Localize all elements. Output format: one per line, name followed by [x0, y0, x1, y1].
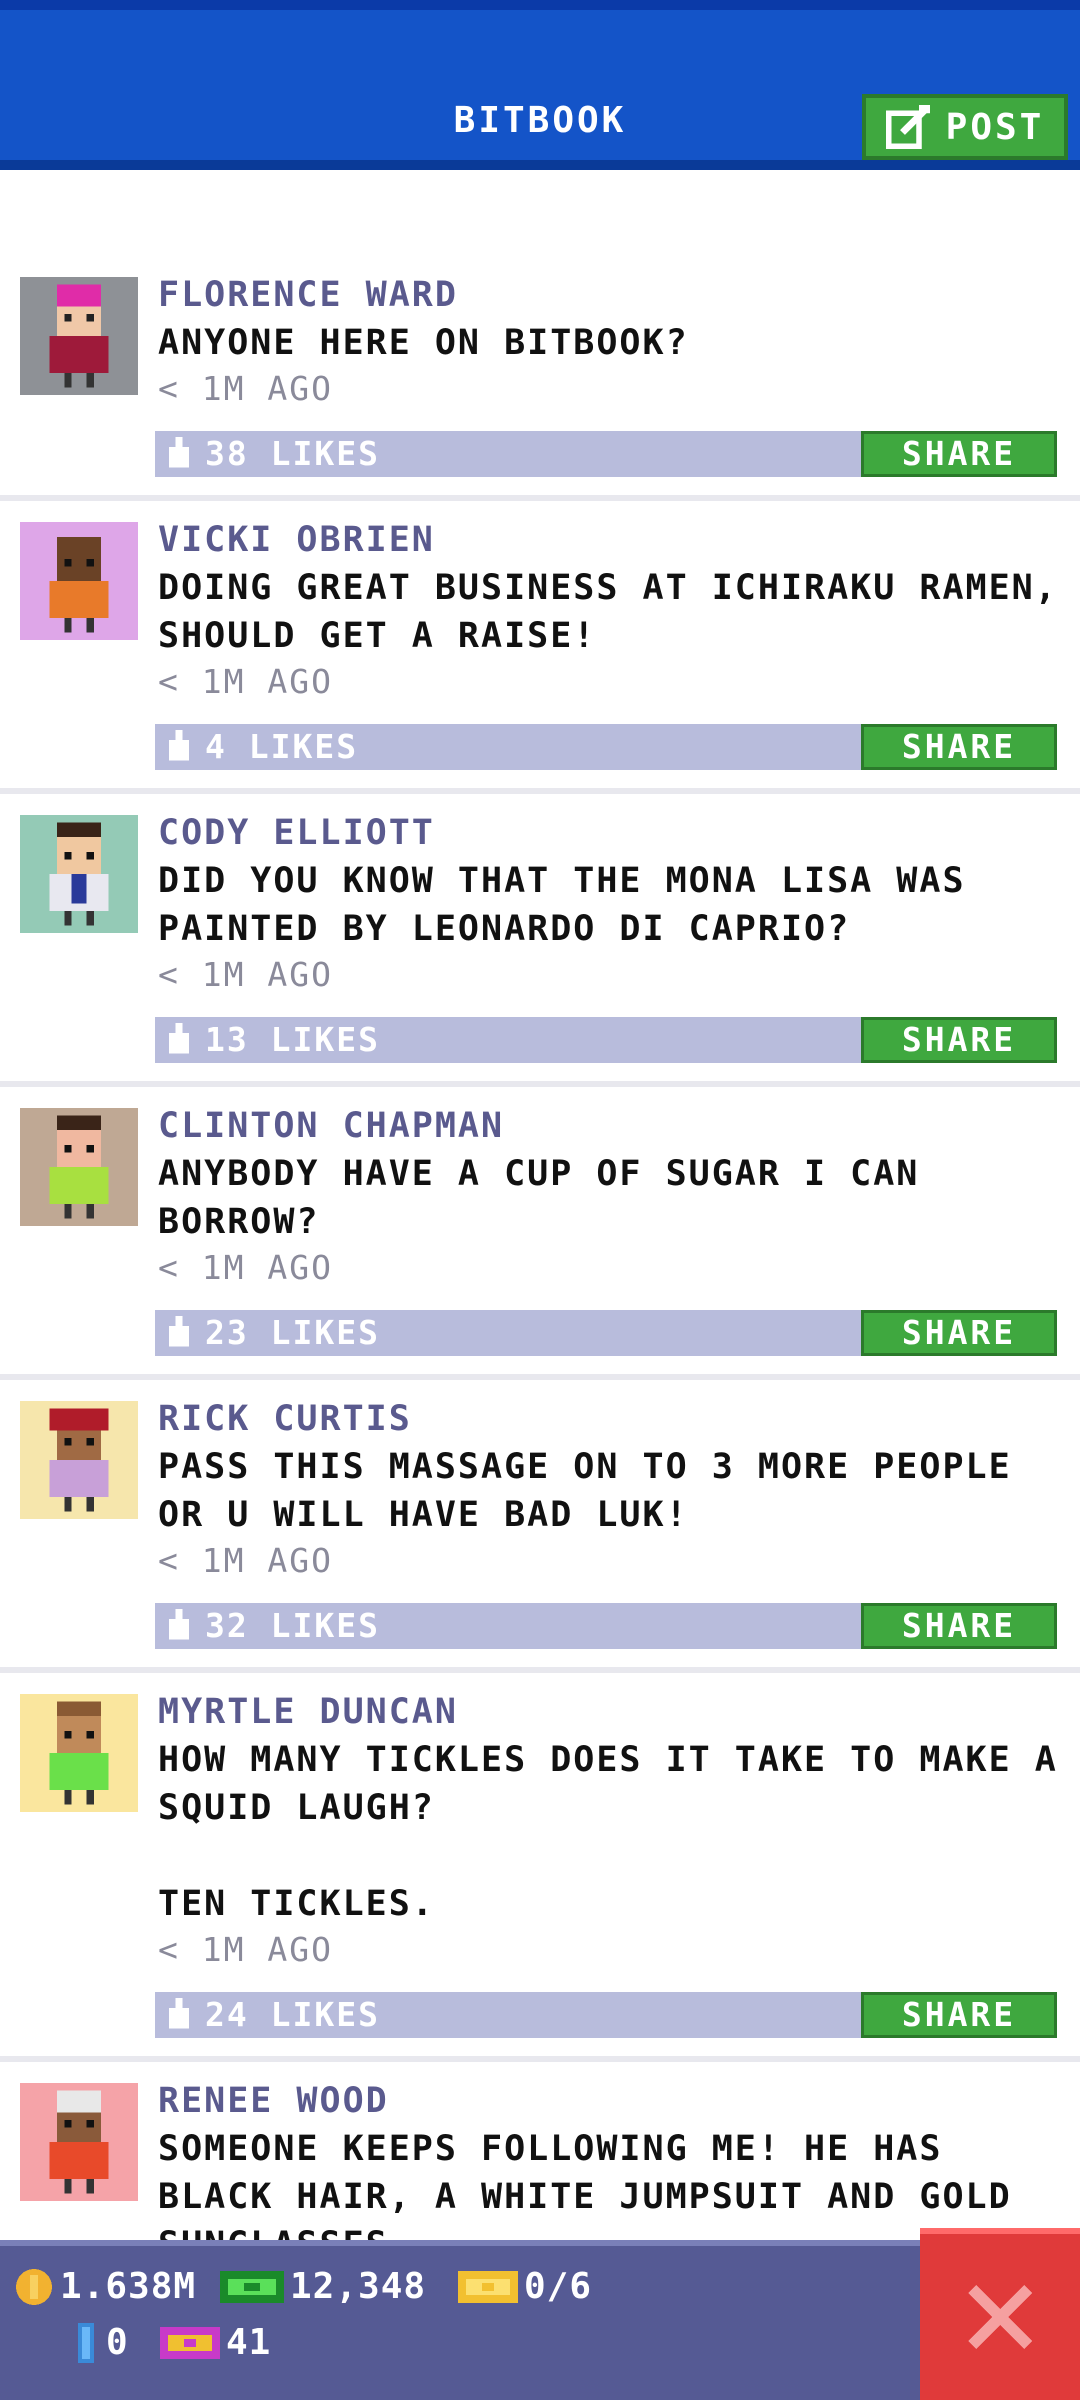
coins-stat[interactable]: 1.638M	[14, 2266, 196, 2307]
post-message: ANYONE HERE ON BITBOOK?	[158, 323, 689, 363]
post-message: DID YOU KNOW THAT THE MONA LISA WAS PAIN…	[158, 861, 966, 949]
post-time: < 1M AGO	[158, 1541, 333, 1580]
post-author[interactable]: RENEE WOOD	[158, 2081, 389, 2121]
likes-count: 24 LIKES	[205, 1995, 380, 2034]
post-time: < 1M AGO	[158, 369, 333, 408]
post-author[interactable]: FLORENCE WARD	[158, 275, 458, 315]
avatar[interactable]	[20, 2083, 138, 2201]
post-divider	[0, 2056, 1080, 2062]
post-button[interactable]: POST	[862, 94, 1068, 160]
avatar[interactable]	[20, 1694, 138, 1812]
vip-ticket-icon	[160, 2326, 220, 2359]
avatar[interactable]	[20, 1108, 138, 1226]
post-message: DOING GREAT BUSINESS AT ICHIRAKU RAMEN, …	[158, 568, 1058, 656]
keys-stat[interactable]: 0	[72, 2322, 129, 2363]
post-author[interactable]: VICKI OBRIEN	[158, 520, 435, 560]
edit-icon	[885, 105, 930, 149]
likes-bar[interactable]: 23 LIKES SHARE	[155, 1310, 1057, 1356]
avatar[interactable]	[20, 277, 138, 395]
post-button-label: POST	[945, 106, 1045, 148]
tickets-value: 0/6	[524, 2266, 593, 2307]
likes-count: 32 LIKES	[205, 1606, 380, 1645]
share-button[interactable]: SHARE	[861, 1992, 1057, 2038]
post-message: ANYBODY HAVE A CUP OF SUGAR I CAN BORROW…	[158, 1154, 920, 1242]
bux-value: 12,348	[290, 2266, 427, 2307]
close-icon	[968, 2285, 1032, 2349]
thumbs-up-icon	[168, 1998, 190, 2029]
coins-value: 1.638M	[60, 2266, 197, 2307]
likes-bar[interactable]: 13 LIKES SHARE	[155, 1017, 1057, 1063]
likes-count: 13 LIKES	[205, 1020, 380, 1059]
post-time: < 1M AGO	[158, 1248, 333, 1287]
post-author[interactable]: CODY ELLIOTT	[158, 813, 435, 853]
share-button[interactable]: SHARE	[861, 1603, 1057, 1649]
likes-count: 23 LIKES	[205, 1313, 380, 1352]
likes-count: 38 LIKES	[205, 434, 380, 473]
post-time: < 1M AGO	[158, 662, 333, 701]
post-divider	[0, 788, 1080, 794]
post-message: PASS THIS MASSAGE ON TO 3 MORE PEOPLE OR…	[158, 1447, 1012, 1535]
likes-bar[interactable]: 24 LIKES SHARE	[155, 1992, 1057, 2038]
post-divider	[0, 1374, 1080, 1380]
close-button[interactable]	[920, 2228, 1080, 2400]
post-divider	[0, 495, 1080, 501]
post-author[interactable]: CLINTON CHAPMAN	[158, 1106, 504, 1146]
post-divider	[0, 1667, 1080, 1673]
tickets-stat[interactable]: 0/6	[458, 2266, 592, 2307]
thumbs-up-icon	[168, 437, 190, 468]
post-time: < 1M AGO	[158, 955, 333, 994]
post-divider	[0, 1081, 1080, 1087]
coin-icon	[16, 2268, 52, 2305]
post-message: HOW MANY TICKLES DOES IT TAKE TO MAKE A …	[158, 1740, 1058, 1924]
app-header: BITBOOK POST	[0, 0, 1080, 170]
thumbs-up-icon	[168, 1316, 190, 1347]
share-button[interactable]: SHARE	[861, 431, 1057, 477]
share-button[interactable]: SHARE	[861, 1017, 1057, 1063]
currency-bar: 1.638M 12,348 0/6 0 41	[0, 2240, 1080, 2400]
thumbs-up-icon	[168, 1609, 190, 1640]
ticket-icon	[458, 2270, 518, 2303]
bux-stat[interactable]: 12,348	[220, 2266, 426, 2307]
likes-bar[interactable]: 38 LIKES SHARE	[155, 431, 1057, 477]
likes-bar[interactable]: 32 LIKES SHARE	[155, 1603, 1057, 1649]
key-icon	[78, 2322, 94, 2363]
likes-bar[interactable]: 4 LIKES SHARE	[155, 724, 1057, 770]
avatar[interactable]	[20, 522, 138, 640]
keys-value: 0	[106, 2322, 129, 2363]
thumbs-up-icon	[168, 730, 190, 761]
post-message: SOMEONE KEEPS FOLLOWING ME! HE HAS BLACK…	[158, 2129, 1012, 2240]
share-button[interactable]: SHARE	[861, 1310, 1057, 1356]
post-author[interactable]: MYRTLE DUNCAN	[158, 1692, 458, 1732]
cash-icon	[220, 2270, 284, 2303]
likes-count: 4 LIKES	[205, 727, 359, 766]
avatar[interactable]	[20, 1401, 138, 1519]
post-feed[interactable]: FLORENCE WARD ANYONE HERE ON BITBOOK? < …	[0, 170, 1080, 2240]
post-time: < 1M AGO	[158, 1930, 333, 1969]
vip-stat[interactable]: 41	[160, 2322, 271, 2363]
vip-value: 41	[226, 2322, 272, 2363]
thumbs-up-icon	[168, 1023, 190, 1054]
post-author[interactable]: RICK CURTIS	[158, 1399, 412, 1439]
share-button[interactable]: SHARE	[861, 724, 1057, 770]
avatar[interactable]	[20, 815, 138, 933]
